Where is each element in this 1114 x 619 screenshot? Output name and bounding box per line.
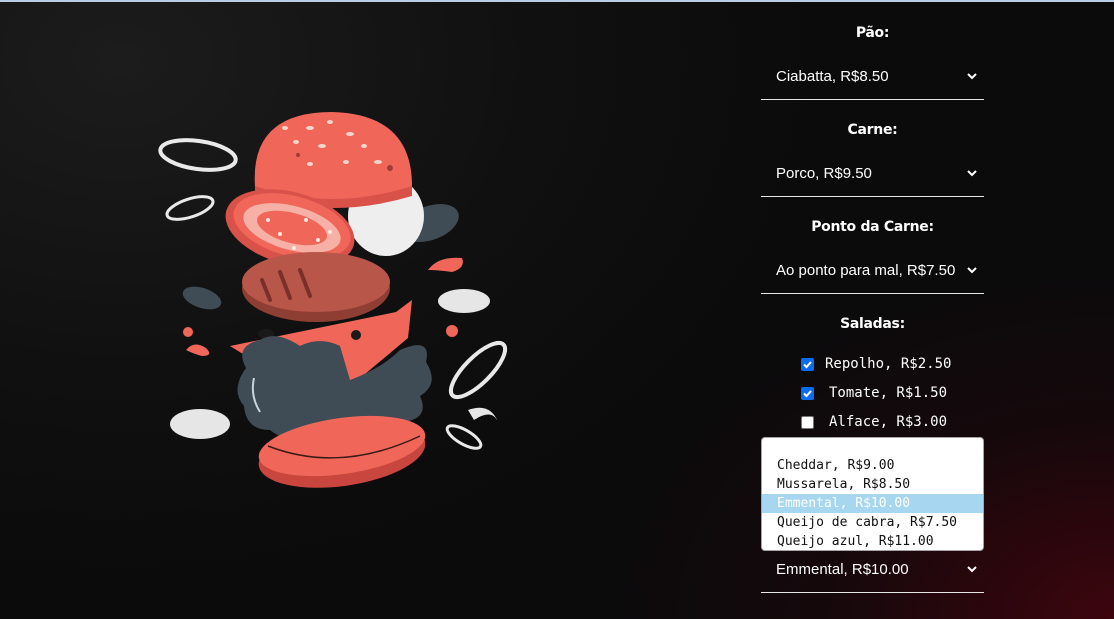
queijo-dropdown-list[interactable]: Cheddar, R$9.00 Mussarela, R$8.50 Emment… (761, 437, 984, 551)
checkmark-icon (803, 361, 812, 369)
ponto-label: Ponto da Carne: (811, 219, 934, 235)
queijo-option[interactable]: Queijo de cabra, R$7.50 (762, 513, 983, 532)
carne-label: Carne: (847, 122, 898, 138)
checkmark-icon (803, 390, 812, 398)
pao-select[interactable]: Ciabatta, R$8.50 (761, 59, 984, 100)
ponto-select[interactable]: Ao ponto para mal, R$7.50 (761, 253, 984, 294)
alface-checkbox[interactable] (801, 416, 814, 429)
carne-select[interactable]: Porco, R$9.50 (761, 156, 984, 197)
ponto-select-value: Ao ponto para mal, R$7.50 (776, 262, 956, 279)
repolho-label: Repolho, R$2.50 (825, 356, 952, 372)
alface-label: Alface, R$3.00 (829, 414, 948, 430)
carne-select-value: Porco, R$9.50 (776, 165, 872, 182)
tomate-checkbox[interactable] (801, 387, 814, 400)
chevron-down-icon (967, 73, 977, 80)
queijo-select-value: Emmental, R$10.00 (776, 561, 909, 578)
queijo-option[interactable]: Mussarela, R$8.50 (762, 475, 983, 494)
chevron-down-icon (967, 170, 977, 177)
queijo-option[interactable]: Queijo azul, R$11.00 (762, 532, 983, 550)
queijo-option-selected[interactable]: Emmental, R$10.00 (762, 494, 983, 513)
queijo-option[interactable]: Cheddar, R$9.00 (762, 456, 983, 475)
chevron-down-icon (967, 267, 977, 274)
pao-label: Pão: (855, 25, 890, 41)
burger-illustration (158, 112, 508, 488)
chevron-down-icon (967, 566, 977, 573)
window-top-border (0, 0, 1114, 2)
pao-select-value: Ciabatta, R$8.50 (776, 68, 889, 85)
repolho-checkbox[interactable] (801, 358, 814, 371)
queijo-select[interactable]: Emmental, R$10.00 (761, 552, 984, 593)
tomate-label: Tomate, R$1.50 (829, 385, 948, 401)
saladas-label: Saladas: (840, 316, 905, 332)
